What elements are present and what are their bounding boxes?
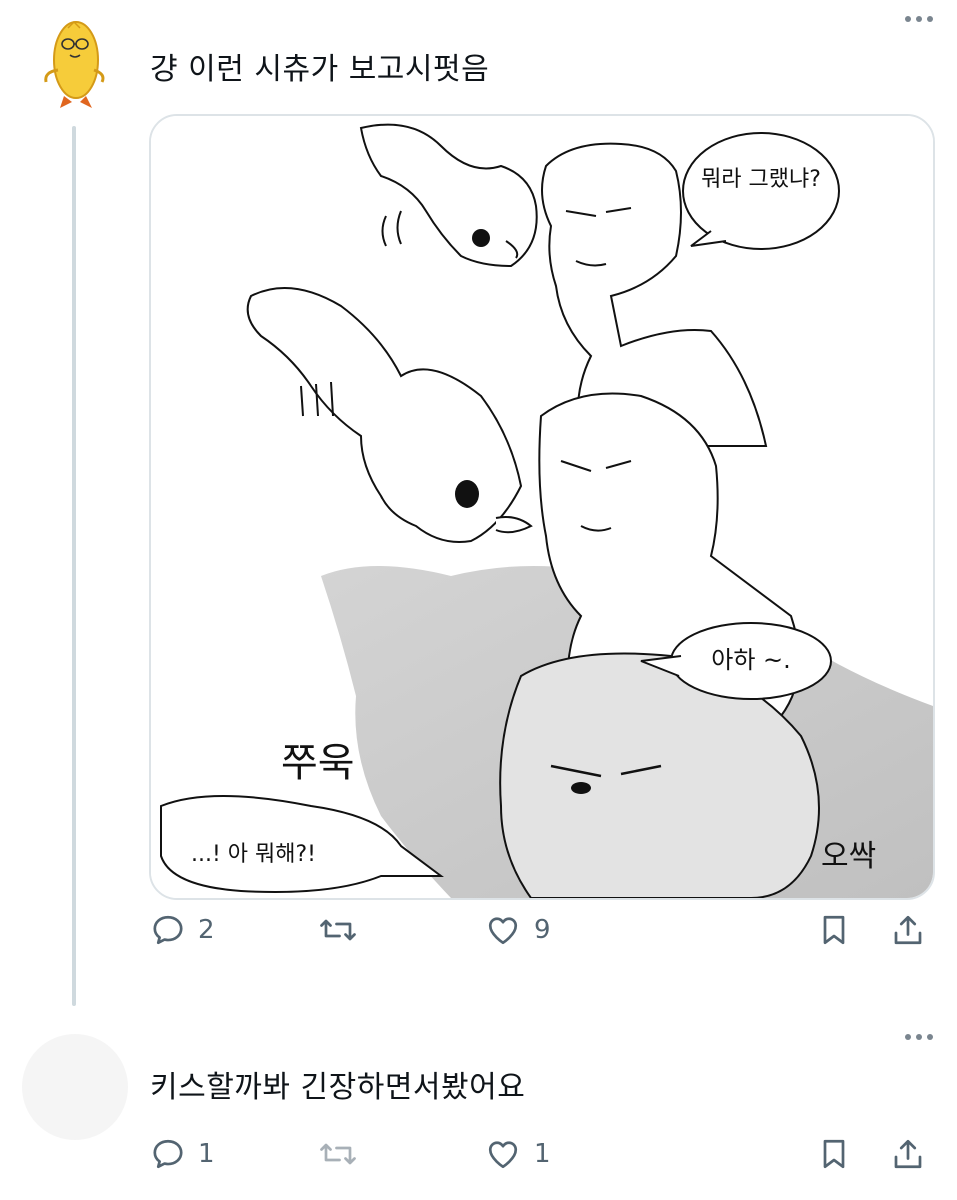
avatar[interactable] xyxy=(22,1034,128,1140)
tweet-actions: 2 9 xyxy=(150,912,940,972)
like-count: 1 xyxy=(534,1139,551,1169)
like-button[interactable]: 1 xyxy=(484,1136,551,1172)
retweet-icon xyxy=(318,1136,358,1172)
bubble-top-text: 뭐라 그랬냐? xyxy=(701,167,821,192)
bubble-mid-text: 아하 ~. xyxy=(711,646,791,674)
reply-count: 2 xyxy=(198,915,215,945)
shout-bottom-text: ...! 아 뭐해?! xyxy=(191,842,316,867)
reply-icon xyxy=(150,1136,186,1172)
retweet-button[interactable] xyxy=(318,912,358,948)
tweet-image[interactable]: 뭐라 그랬냐? 아하 ~. 쭈욱 ...! 아 뭐해?! 오싹 xyxy=(149,114,935,900)
bookmark-icon xyxy=(816,1136,852,1172)
tweet-text: 키스할까봐 긴장하면서봤어요 xyxy=(150,1070,526,1105)
tweet[interactable]: 걍 이런 시츄가 보고시펏음 뭐라 그랬냐? 아하 ~. 쭈욱 ...! 아 뭐… xyxy=(0,0,957,1010)
share-button[interactable] xyxy=(890,912,926,948)
thread-connector-line xyxy=(72,126,76,1006)
like-button[interactable]: 9 xyxy=(484,912,551,948)
retweet-button[interactable] xyxy=(318,1136,358,1172)
like-count: 9 xyxy=(534,915,551,945)
signature-text: 오싹 xyxy=(821,839,876,874)
tweet-text: 걍 이런 시츄가 보고시펏음 xyxy=(150,52,490,87)
avatar[interactable] xyxy=(22,8,128,114)
more-options-icon[interactable] xyxy=(905,1034,933,1040)
tweet[interactable]: 키스할까봐 긴장하면서봤어요 1 1 xyxy=(0,1010,957,1200)
tweet-actions: 1 1 xyxy=(150,1136,940,1196)
like-icon xyxy=(484,1136,522,1172)
reply-button[interactable]: 2 xyxy=(150,912,215,948)
share-icon xyxy=(890,912,926,948)
reply-button[interactable]: 1 xyxy=(150,1136,215,1172)
bookmark-icon xyxy=(816,912,852,948)
reply-icon xyxy=(150,912,186,948)
share-button[interactable] xyxy=(890,1136,926,1172)
more-options-icon[interactable] xyxy=(905,16,933,22)
like-icon xyxy=(484,912,522,948)
sfx-left-text: 쭈욱 xyxy=(281,740,355,786)
share-icon xyxy=(890,1136,926,1172)
bookmark-button[interactable] xyxy=(816,912,852,948)
comic-illustration: 뭐라 그랬냐? 아하 ~. 쭈욱 ...! 아 뭐해?! 오싹 xyxy=(151,116,933,898)
bookmark-button[interactable] xyxy=(816,1136,852,1172)
retweet-icon xyxy=(318,912,358,948)
reply-count: 1 xyxy=(198,1139,215,1169)
